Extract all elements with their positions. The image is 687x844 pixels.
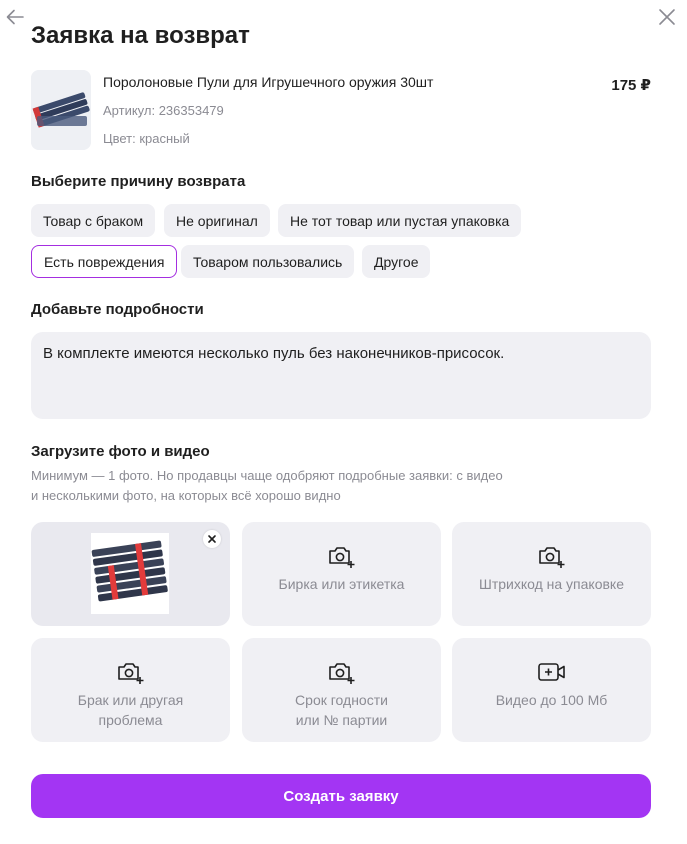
remove-photo-close-icon[interactable] xyxy=(203,530,221,548)
product-sku: Артикул: 236353479 xyxy=(103,103,224,118)
upload-tile-caption: Штрихкод на упаковке xyxy=(478,576,625,592)
reason-chip-other[interactable]: Другое xyxy=(362,245,431,278)
camera-plus-icon xyxy=(328,663,354,684)
upload-tile-caption: Бирка или этикетка xyxy=(278,576,405,592)
upload-tile-barcode[interactable]: Штрихкод на упаковке xyxy=(452,522,651,626)
upload-tile-caption: Брак или другая xyxy=(77,692,184,708)
reason-chip-not-original[interactable]: Не оригинал xyxy=(164,204,270,237)
reason-chip-damaged[interactable]: Есть повреждения xyxy=(31,245,178,278)
uploaded-photo xyxy=(91,533,169,614)
camera-plus-icon xyxy=(328,547,354,568)
video-plus-icon xyxy=(537,663,565,681)
upload-tile-defect[interactable]: Брак или другая проблема xyxy=(31,638,230,742)
product-name: Поролоновые Пули для Игрушечного оружия … xyxy=(103,74,434,90)
product-card: Поролоновые Пули для Игрушечного оружия … xyxy=(31,70,651,150)
product-image xyxy=(31,70,91,150)
camera-plus-icon xyxy=(538,547,564,568)
upload-hint-line: и несколькими фото, на которых всё хорош… xyxy=(31,488,341,503)
create-request-button[interactable]: Создать заявку xyxy=(31,774,651,818)
uploaded-photo-tile[interactable] xyxy=(31,522,230,626)
details-textarea[interactable]: В комплекте имеются несколько пуль без н… xyxy=(31,332,651,419)
reason-chip-wrong-item[interactable]: Не тот товар или пустая упаковка xyxy=(278,204,522,237)
upload-hint: Минимум — 1 фото. Но продавцы чаще одобр… xyxy=(31,466,591,506)
upload-tile-label[interactable]: Бирка или этикетка xyxy=(242,522,441,626)
upload-tile-caption: Срок годности xyxy=(295,692,388,708)
upload-tile-caption: или № партии xyxy=(295,712,388,728)
camera-plus-icon xyxy=(117,663,143,684)
upload-tile-caption: Видео до 100 Мб xyxy=(495,692,608,708)
close-icon[interactable] xyxy=(656,6,678,28)
upload-tile-expiry[interactable]: Срок годности или № партии xyxy=(242,638,441,742)
product-color: Цвет: красный xyxy=(103,131,190,146)
upload-heading: Загрузите фото и видео xyxy=(31,443,210,460)
upload-tile-video[interactable]: Видео до 100 Мб xyxy=(452,638,651,742)
upload-hint-line: Минимум — 1 фото. Но продавцы чаще одобр… xyxy=(31,468,503,483)
back-arrow-icon[interactable] xyxy=(4,6,26,28)
reason-chip-defect[interactable]: Товар с браком xyxy=(31,204,156,237)
page-title: Заявка на возврат xyxy=(31,22,250,49)
upload-tile-caption: проблема xyxy=(98,712,163,728)
details-heading: Добавьте подробности xyxy=(31,301,204,318)
reason-heading: Выберите причину возврата xyxy=(31,173,246,190)
reason-chip-used[interactable]: Товаром пользовались xyxy=(181,245,355,278)
product-price: 175 ₽ xyxy=(611,77,651,94)
